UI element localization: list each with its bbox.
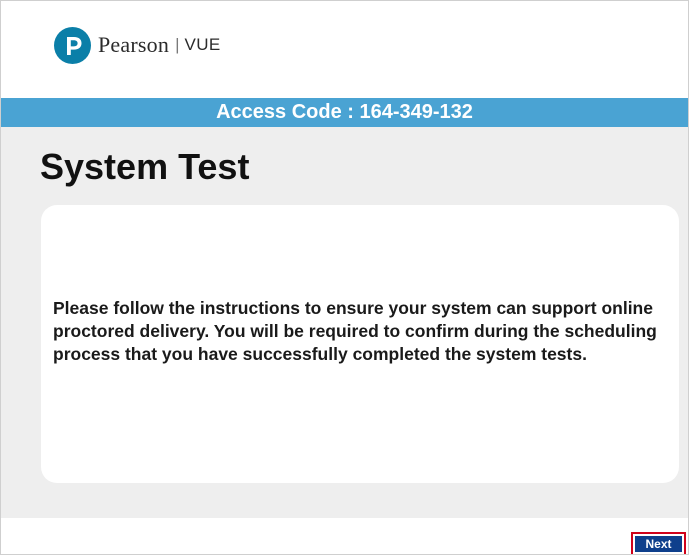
logo-brand-name: Pearson [98, 32, 170, 57]
logo-product-name: VUE [184, 35, 221, 54]
access-code-text: Access Code : 164-349-132 [216, 101, 473, 123]
instructions-text: Please follow the instructions to ensure… [53, 298, 657, 364]
access-code-bar: Access Code : 164-349-132 [1, 98, 688, 127]
pearson-p-logo-icon [54, 26, 91, 64]
header: Pearson | VUE [1, 1, 688, 98]
page-title: System Test [40, 146, 250, 187]
logo-separator: | [175, 35, 180, 54]
main-content: System Test Please follow the instructio… [1, 127, 688, 518]
next-button[interactable]: Next [631, 532, 686, 554]
next-button-label: Next [635, 536, 682, 552]
app-window: Pearson | VUE Access Code : 164-349-132 … [0, 0, 689, 555]
footer: Next [1, 518, 688, 554]
pearson-vue-logo: Pearson | VUE [54, 25, 221, 65]
instructions-card: Please follow the instructions to ensure… [41, 205, 679, 483]
